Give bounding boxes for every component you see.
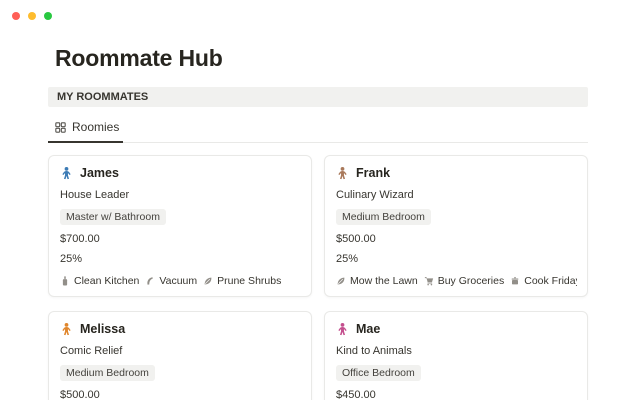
task-label: Clean Kitchen <box>74 275 139 287</box>
tab-label: Roomies <box>72 120 119 134</box>
roommate-card-frank[interactable]: Frank Culinary Wizard Medium Bedroom $50… <box>324 155 588 297</box>
task-list: Mow the Lawn Buy Groceries Cook Friday n… <box>336 275 577 287</box>
task-label: Mow the Lawn <box>350 275 418 287</box>
roommate-name: Melissa <box>80 322 125 336</box>
task-label: Vacuum <box>159 275 197 287</box>
person-icon <box>60 322 73 336</box>
window-titlebar <box>0 0 640 28</box>
roommate-name: Frank <box>356 166 390 180</box>
task-label: Prune Shrubs <box>217 275 281 287</box>
zoom-window-button[interactable] <box>44 12 52 20</box>
room-property: Office Bedroom <box>336 365 577 381</box>
task-item[interactable]: Mow the Lawn <box>336 275 418 287</box>
task-label: Cook Friday night dinn <box>524 275 577 287</box>
cart-icon <box>424 276 434 286</box>
room-tag: Medium Bedroom <box>336 209 431 225</box>
tab-roomies[interactable]: Roomies <box>48 114 123 143</box>
soap-bottle-icon <box>60 276 70 286</box>
task-item[interactable]: Vacuum <box>145 275 197 287</box>
page-content: Roommate Hub MY ROOMMATES Roomies James … <box>0 45 640 400</box>
roommate-gallery: James House Leader Master w/ Bathroom $7… <box>48 155 588 400</box>
roommate-description: Culinary Wizard <box>336 189 577 202</box>
roommate-card-melissa[interactable]: Melissa Comic Relief Medium Bedroom $500… <box>48 311 312 400</box>
close-window-button[interactable] <box>12 12 20 20</box>
card-header: Melissa <box>60 322 301 336</box>
room-tag: Office Bedroom <box>336 365 421 381</box>
room-property: Master w/ Bathroom <box>60 209 301 225</box>
task-list: Clean Kitchen Vacuum Prune Shrubs <box>60 275 301 287</box>
room-tag: Medium Bedroom <box>60 365 155 381</box>
roommate-description: Comic Relief <box>60 345 301 358</box>
card-header: Frank <box>336 166 577 180</box>
vacuum-icon <box>145 276 155 286</box>
leaf-icon <box>203 276 213 286</box>
rent-amount: $700.00 <box>60 233 301 246</box>
task-item[interactable]: Prune Shrubs <box>203 275 281 287</box>
rent-amount: $500.00 <box>60 389 301 400</box>
roommate-name: Mae <box>356 322 380 336</box>
person-icon <box>60 166 73 180</box>
leaf-icon <box>336 276 346 286</box>
share-percent: 25% <box>336 253 577 266</box>
card-header: James <box>60 166 301 180</box>
roommate-card-mae[interactable]: Mae Kind to Animals Office Bedroom $450.… <box>324 311 588 400</box>
cooking-pot-icon <box>510 276 520 286</box>
view-tabs-bar: Roomies <box>48 114 588 143</box>
gallery-view-icon <box>55 122 66 133</box>
roommate-name: James <box>80 166 119 180</box>
page-title: Roommate Hub <box>55 45 588 72</box>
rent-amount: $500.00 <box>336 233 577 246</box>
task-item[interactable]: Cook Friday night dinn <box>510 275 577 287</box>
minimize-window-button[interactable] <box>28 12 36 20</box>
roommate-card-james[interactable]: James House Leader Master w/ Bathroom $7… <box>48 155 312 297</box>
share-percent: 25% <box>60 253 301 266</box>
card-header: Mae <box>336 322 577 336</box>
room-tag: Master w/ Bathroom <box>60 209 166 225</box>
rent-amount: $450.00 <box>336 389 577 400</box>
task-label: Buy Groceries <box>438 275 505 287</box>
person-icon <box>336 322 349 336</box>
task-item[interactable]: Clean Kitchen <box>60 275 139 287</box>
room-property: Medium Bedroom <box>60 365 301 381</box>
task-item[interactable]: Buy Groceries <box>424 275 505 287</box>
roommate-description: Kind to Animals <box>336 345 577 358</box>
room-property: Medium Bedroom <box>336 209 577 225</box>
section-header-my-roommates: MY ROOMMATES <box>48 87 588 107</box>
person-icon <box>336 166 349 180</box>
window-controls <box>12 12 52 20</box>
roommate-description: House Leader <box>60 189 301 202</box>
